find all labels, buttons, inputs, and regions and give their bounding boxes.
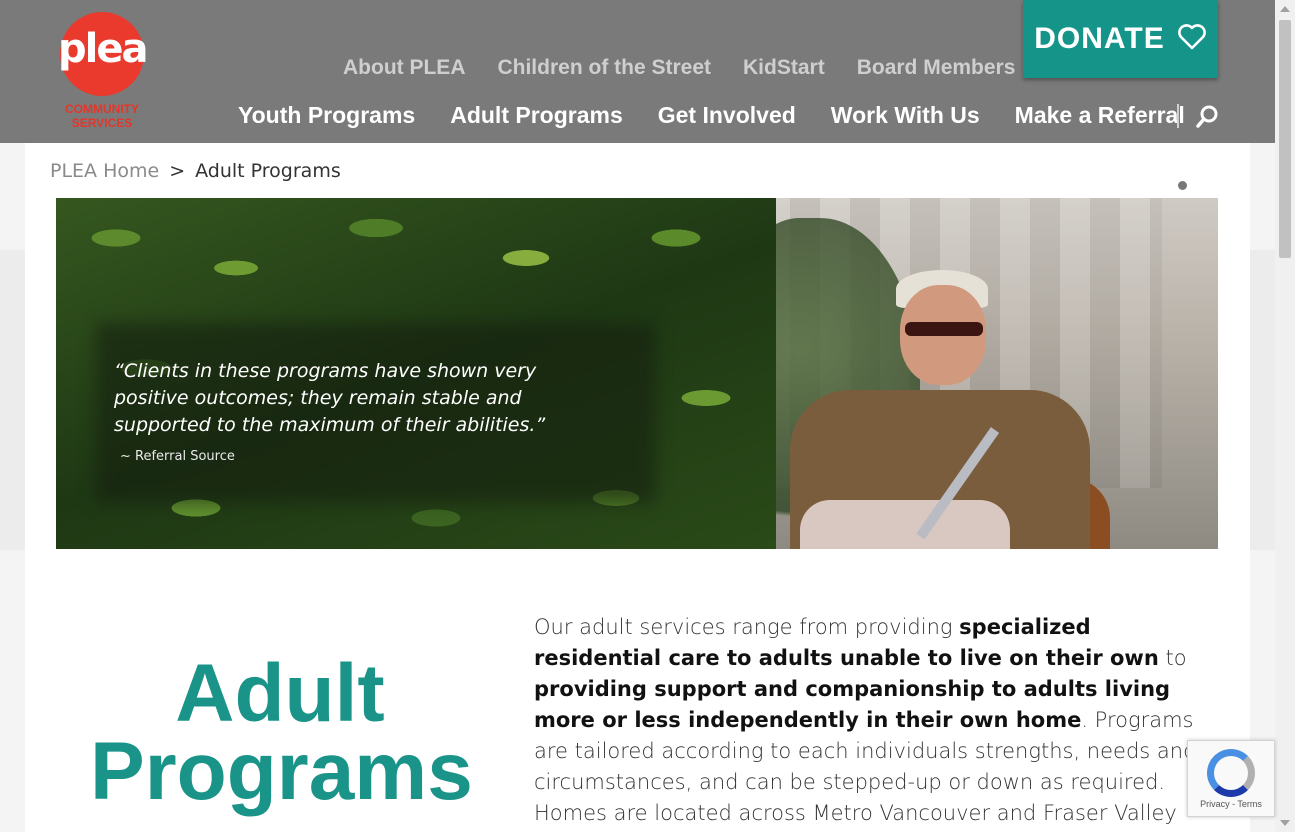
hero-blanket — [800, 500, 1010, 549]
nav-about-plea[interactable]: About PLEA — [343, 56, 465, 80]
nav-adult-programs[interactable]: Adult Programs — [450, 102, 623, 129]
page-scrollbar[interactable] — [1275, 0, 1295, 832]
intro-paragraph: Our adult services range from providing … — [534, 612, 1224, 832]
page-title-line2: Programs — [90, 726, 473, 817]
logo-subtitle: COMMUNITY SERVICES — [58, 102, 146, 130]
background-shape-left — [0, 250, 25, 550]
page-title-line1: Adult — [175, 648, 385, 739]
scroll-up-icon[interactable] — [1280, 6, 1290, 12]
nav-divider — [1177, 104, 1179, 128]
primary-nav: Youth Programs Adult Programs Get Involv… — [238, 102, 1185, 129]
breadcrumb-separator: > — [169, 160, 186, 182]
secondary-nav: About PLEA Children of the Street KidSta… — [343, 56, 1015, 80]
donate-button[interactable]: DONATE — [1023, 0, 1218, 78]
recaptcha-terms[interactable]: Privacy - Terms — [1188, 799, 1274, 809]
logo-sub-line1: COMMUNITY — [65, 102, 139, 116]
intro-bold-2: providing support and companionship to a… — [534, 677, 1171, 732]
logo-sub-line2: SERVICES — [71, 116, 133, 130]
search-icon[interactable] — [1196, 104, 1220, 128]
breadcrumb: PLEA Home > Adult Programs — [50, 160, 341, 182]
slider-dot[interactable] — [1178, 181, 1187, 190]
nav-children-of-the-street[interactable]: Children of the Street — [497, 56, 711, 80]
intro-text-1: Our adult services range from providing — [534, 615, 960, 639]
nav-youth-programs[interactable]: Youth Programs — [238, 102, 415, 129]
hero-quote: “Clients in these programs have shown ve… — [114, 360, 546, 436]
intro-text-2: to — [1158, 646, 1187, 670]
breadcrumb-home[interactable]: PLEA Home — [50, 160, 159, 182]
logo-word: plea — [58, 26, 148, 72]
background-shape-right — [1250, 250, 1275, 550]
nav-get-involved[interactable]: Get Involved — [658, 102, 796, 129]
recaptcha-icon — [1207, 749, 1255, 797]
plea-logo[interactable]: plea COMMUNITY SERVICES — [58, 12, 148, 132]
hero-man-sunglasses — [905, 322, 983, 336]
hero-quote-source: ~ Referral Source — [120, 449, 235, 464]
scroll-thumb[interactable] — [1279, 20, 1291, 258]
donate-label: DONATE — [1034, 22, 1165, 55]
page-title: Adult Programs — [90, 648, 473, 817]
nav-make-a-referral[interactable]: Make a Referral — [1015, 102, 1185, 129]
nav-work-with-us[interactable]: Work With Us — [831, 102, 980, 129]
recaptcha-badge[interactable]: Privacy - Terms — [1187, 740, 1275, 817]
breadcrumb-current: Adult Programs — [195, 160, 341, 182]
nav-kidstart[interactable]: KidStart — [743, 56, 825, 80]
heart-icon — [1177, 23, 1207, 55]
nav-board-members[interactable]: Board Members — [857, 56, 1016, 80]
scroll-down-icon[interactable] — [1280, 820, 1290, 826]
site-header: plea COMMUNITY SERVICES About PLEA Child… — [0, 0, 1275, 143]
